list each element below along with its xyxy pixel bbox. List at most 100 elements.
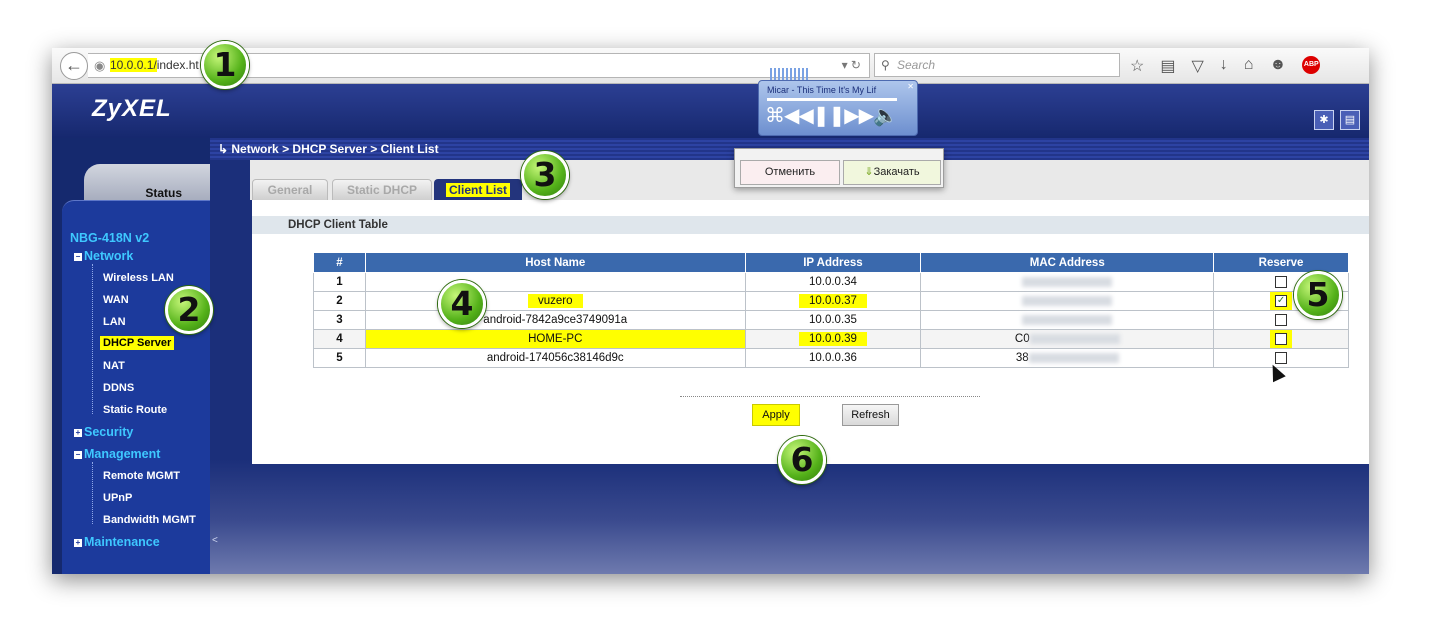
reserve-checkbox[interactable]: [1275, 275, 1288, 288]
logout-icon[interactable]: ▤: [1340, 110, 1360, 130]
sidebar-item-ddns[interactable]: DDNS: [103, 382, 134, 394]
adblock-icon[interactable]: ABP: [1302, 56, 1321, 74]
sidebar-item-maintenance[interactable]: + Maintenance: [74, 535, 160, 549]
bookmark-star-icon[interactable]: ☆: [1130, 56, 1144, 76]
col-header-reserve: Reserve: [1213, 252, 1349, 273]
search-icon: ⚲: [881, 58, 890, 72]
reserve-checkbox-checked[interactable]: ✓: [1275, 295, 1288, 307]
sidebar-item-lan[interactable]: LAN: [103, 316, 126, 328]
col-header-ip-address: IP Address: [744, 252, 922, 273]
player-progress[interactable]: [767, 98, 897, 101]
player-track-title: Micar - This Time It's My Lif: [767, 85, 877, 95]
chat-icon[interactable]: ☻: [1269, 56, 1286, 76]
wizard-icon[interactable]: ✱: [1314, 110, 1334, 130]
sidebar-item-security[interactable]: + Security: [74, 425, 133, 439]
player-controls[interactable]: ⌘◀◀❚❚▶▶🔈: [765, 103, 898, 128]
globe-icon: ◉: [94, 58, 106, 73]
sidebar-item-static-route[interactable]: Static Route: [103, 404, 167, 416]
zyxel-logo: ZyXEL: [92, 95, 172, 122]
annotation-badge: 4: [438, 280, 486, 328]
row-ip: 10.0.0.36: [744, 348, 922, 369]
annotation-badge: 5: [1294, 271, 1342, 319]
row-host: vuzero: [527, 294, 583, 309]
sidebar-item-wireless-lan[interactable]: Wireless LAN: [103, 272, 174, 284]
sidebar-item-upnp[interactable]: UPnP: [103, 492, 132, 504]
col-header-number: #: [313, 252, 366, 273]
tree-line: [92, 264, 93, 414]
browser-toolbar: ← ◉ 10.0.0.1/index.ht ▾ ↻ ⚲ Search ☆ ▤ ▽…: [52, 48, 1369, 84]
pocket-icon[interactable]: ▽: [1191, 56, 1203, 76]
cancel-button[interactable]: Отменить: [740, 160, 840, 185]
row-mac: 38: [920, 348, 1215, 369]
blurred-mac: [1022, 295, 1113, 306]
row-host: android-174056c38146d9c: [364, 348, 746, 369]
annotation-badge: 2: [165, 286, 213, 334]
player-close-icon[interactable]: ✕: [907, 82, 914, 91]
reserve-highlight: ✓: [1270, 292, 1293, 311]
annotation-badge: 1: [201, 41, 249, 89]
sidebar-item-dhcp-server[interactable]: DHCP Server: [100, 336, 175, 350]
breadcrumb: ↳ Network > DHCP Server > Client List: [218, 142, 439, 156]
row-mac: C0: [920, 329, 1215, 350]
reload-icon[interactable]: ▾ ↻: [842, 54, 861, 77]
sidebar-item-management[interactable]: − Management: [74, 447, 160, 461]
equalizer-graphic: [770, 68, 810, 80]
sidebar: Status NBG-418N v2 − Network Wireless LAN…: [52, 138, 210, 574]
expand-icon: +: [74, 538, 82, 547]
reading-list-icon[interactable]: ▤: [1160, 56, 1175, 76]
screenshot-frame: ← ◉ 10.0.0.1/index.ht ▾ ↻ ⚲ Search ☆ ▤ ▽…: [52, 48, 1369, 574]
url-rest: index.ht: [156, 58, 199, 72]
row-number: 3: [336, 314, 343, 327]
router-banner: ZyXEL ✱ ▤: [52, 84, 1369, 138]
download-popup: Отменить ⇓Закачать: [734, 148, 944, 188]
blurred-mac: [1022, 315, 1113, 325]
main-content: < General Static DHCP Client List DHCP C…: [210, 160, 1369, 574]
search-placeholder: Search: [897, 58, 936, 72]
table-row: 4 HOME-PC 10.0.0.39 C0: [313, 329, 1349, 350]
panel-title: DHCP Client Table: [252, 216, 1369, 234]
sidebar-collapse-toggle[interactable]: <: [212, 535, 218, 546]
sidebar-item-remote-mgmt[interactable]: Remote MGMT: [103, 470, 180, 482]
back-button[interactable]: ←: [60, 52, 88, 80]
reserve-highlight: [1270, 330, 1293, 349]
divider: [680, 396, 980, 397]
client-panel: DHCP Client Table # Host Name IP Address…: [252, 200, 1369, 464]
col-header-mac-address: MAC Address: [920, 252, 1215, 273]
col-header-host-name: Host Name: [364, 252, 746, 273]
download-arrow-icon: ⇓: [864, 166, 874, 178]
download-icon[interactable]: ↓: [1220, 56, 1228, 76]
annotation-badge: 3: [521, 151, 569, 199]
reserve-checkbox[interactable]: [1275, 333, 1288, 346]
row-host: HOME-PC: [364, 329, 746, 350]
home-icon[interactable]: ⌂: [1244, 56, 1254, 76]
row-number: 4: [336, 333, 343, 346]
toolbar-icons: ☆ ▤ ▽ ↓ ⌂ ☻ ABP: [1130, 56, 1321, 76]
tab-client-list[interactable]: Client List: [434, 179, 522, 200]
expand-icon: +: [74, 428, 82, 437]
search-input[interactable]: ⚲ Search: [874, 53, 1120, 77]
row-mac: [920, 310, 1215, 331]
sidebar-item-nat[interactable]: NAT: [103, 360, 125, 372]
row-ip: 10.0.0.39: [798, 332, 867, 347]
collapse-icon: −: [74, 252, 82, 261]
row-mac: [920, 290, 1215, 312]
sidebar-item-wan[interactable]: WAN: [103, 294, 129, 306]
row-ip: 10.0.0.35: [744, 310, 922, 331]
row-ip: 10.0.0.34: [744, 272, 922, 292]
sidebar-item-network[interactable]: − Network: [74, 249, 133, 263]
refresh-button[interactable]: Refresh: [842, 404, 899, 426]
reserve-checkbox[interactable]: [1275, 314, 1288, 327]
annotation-badge: 6: [778, 436, 826, 484]
row-host: android-7842a9ce3749091a: [364, 310, 746, 331]
blurred-mac: [1028, 353, 1119, 364]
sidebar-item-bandwidth-mgmt[interactable]: Bandwidth MGMT: [103, 514, 196, 526]
tab-static-dhcp[interactable]: Static DHCP: [332, 179, 432, 200]
row-mac: [920, 272, 1215, 292]
apply-button[interactable]: Apply: [752, 404, 800, 426]
tab-general[interactable]: General: [252, 179, 328, 200]
table-row: 5 android-174056c38146d9c 10.0.0.36 38: [313, 348, 1349, 369]
music-player-widget: Micar - This Time It's My Lif ✕ ⌘◀◀❚❚▶▶🔈: [758, 80, 918, 136]
blurred-mac: [1022, 276, 1113, 287]
row-host: [364, 272, 746, 292]
download-button[interactable]: ⇓Закачать: [843, 160, 941, 185]
